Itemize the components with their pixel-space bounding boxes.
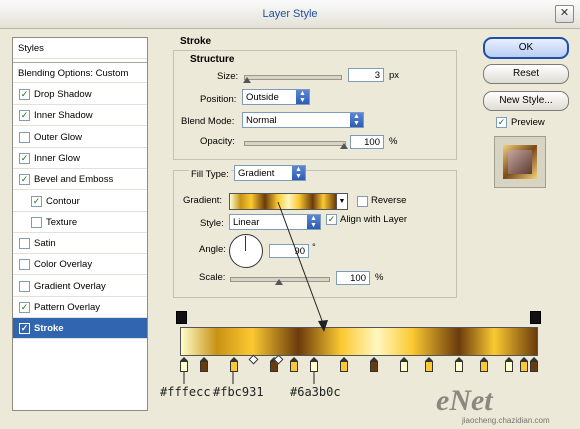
watermark-logo: eNet — [436, 384, 493, 417]
hex-label-light: #fffecc — [160, 385, 211, 399]
annotation-lines — [183, 201, 328, 384]
watermark-url: jiaocheng.chazidian.com — [462, 416, 550, 425]
annotation-arrow-head — [318, 320, 328, 332]
annotation-arrow-line — [277, 201, 325, 327]
hex-label-gold: #fbc931 — [213, 385, 264, 399]
hex-label-brown: #6a3b0c — [290, 385, 341, 399]
